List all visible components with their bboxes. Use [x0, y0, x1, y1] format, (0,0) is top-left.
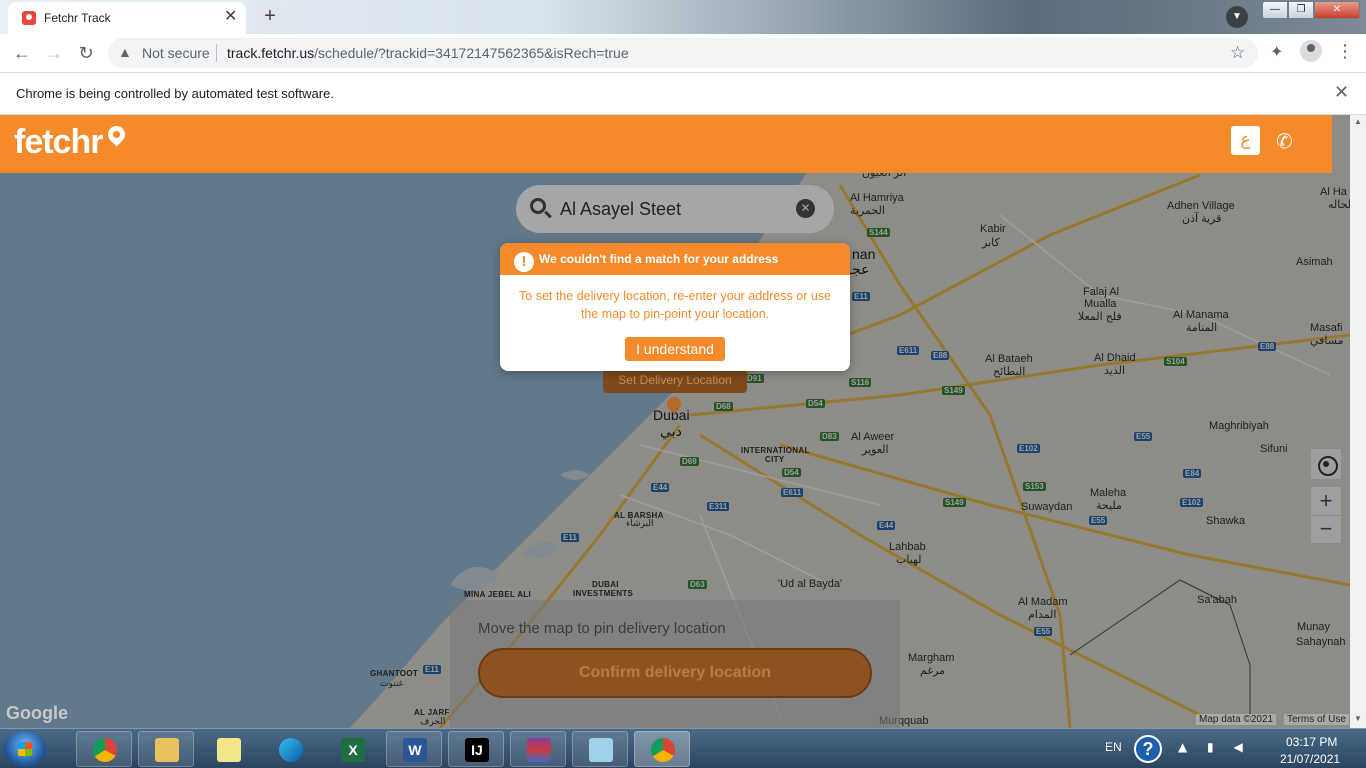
dialog-message: To set the delivery location, re-enter y… — [519, 289, 831, 321]
browser-titlebar: Fetchr Track ✕ + ▼ — ❐ ✕ — [0, 0, 1366, 34]
site-header: fetchr ع ✆ — [0, 115, 1332, 173]
language-indicator[interactable]: EN — [1105, 740, 1122, 754]
dialog-header: ! We couldn't find a match for your addr… — [500, 243, 850, 275]
url-text[interactable]: track.fetchr.us/schedule/?trackid=341721… — [227, 45, 629, 61]
window-minimize-button[interactable]: — — [1262, 1, 1288, 19]
browser-tab[interactable]: Fetchr Track ✕ — [8, 2, 246, 34]
start-button[interactable] — [4, 731, 46, 767]
chrome-active-taskbar-icon[interactable] — [634, 731, 690, 767]
bottom-panel: Move the map to pin delivery location Co… — [450, 600, 900, 728]
dialog-title: We couldn't find a match for your addres… — [539, 252, 779, 266]
intellij-taskbar-icon[interactable]: IJ — [448, 731, 504, 767]
i-understand-button[interactable]: I understand — [625, 337, 725, 361]
edge-taskbar-icon[interactable] — [262, 731, 318, 767]
browser-menu-icon[interactable]: ⋮ — [1336, 40, 1354, 62]
back-icon[interactable]: ← — [10, 42, 34, 64]
pin-hint-text: Move the map to pin delivery location — [478, 620, 726, 637]
google-logo[interactable]: Google — [6, 703, 68, 724]
reload-icon[interactable]: ↻ — [74, 42, 98, 64]
automation-infobar: Chrome is being controlled by automated … — [0, 72, 1366, 115]
fetchr-logo[interactable]: fetchr — [14, 123, 103, 162]
search-icon — [530, 198, 546, 214]
warning-icon[interactable]: ▲ — [118, 44, 132, 60]
logo-pin-icon — [104, 122, 129, 147]
profile-menu-icon[interactable]: ▼ — [1226, 6, 1248, 28]
tab-title: Fetchr Track — [44, 11, 111, 25]
automation-notice: Chrome is being controlled by automated … — [16, 86, 334, 101]
extensions-icon[interactable]: ✦ — [1270, 42, 1283, 62]
terms-link[interactable]: Terms of Use — [1284, 714, 1349, 725]
scroll-up-icon[interactable]: ▲ — [1350, 115, 1366, 129]
security-label[interactable]: Not secure — [142, 45, 210, 61]
tab-close-icon[interactable]: ✕ — [224, 8, 237, 26]
language-toggle-button[interactable]: ع — [1231, 126, 1260, 155]
profile-avatar-icon[interactable] — [1300, 40, 1322, 62]
notepad-taskbar-icon[interactable] — [572, 731, 628, 767]
excel-taskbar-icon[interactable]: X — [324, 731, 380, 767]
clock-time[interactable]: 03:17 PM — [1286, 735, 1337, 749]
bookmark-star-icon[interactable]: ☆ — [1230, 43, 1245, 63]
fetchr-favicon-icon — [22, 11, 36, 25]
url-separator — [216, 44, 217, 62]
sticky-notes-taskbar-icon[interactable] — [200, 731, 256, 767]
phone-icon[interactable]: ✆ — [1276, 129, 1293, 153]
file-explorer-taskbar-icon[interactable] — [138, 731, 194, 767]
zoom-control: + − — [1311, 487, 1341, 543]
address-bar[interactable]: ▲ Not secure track.fetchr.us/schedule/?t… — [108, 38, 1258, 68]
address-search-input[interactable]: Al Asayel Steet — [560, 199, 681, 220]
word-taskbar-icon[interactable]: W — [386, 731, 442, 767]
page-scrollbar[interactable] — [1350, 115, 1366, 728]
address-search[interactable]: Al Asayel Steet ✕ — [516, 185, 834, 233]
infobar-close-icon[interactable]: ✕ — [1334, 82, 1349, 103]
fetchr-page: الر العيون Al Hamriya الحمرية Kabir كابر… — [0, 115, 1366, 728]
map-attribution: Map data ©2021 — [1196, 714, 1277, 725]
windows-taskbar: X W IJ EN ? ▲ ▮ ◀ 03:17 PM 21/07/2021 — [0, 728, 1366, 768]
address-not-found-dialog: ! We couldn't find a match for your addr… — [500, 243, 850, 371]
confirm-delivery-location-button[interactable]: Confirm delivery location — [478, 648, 872, 698]
new-tab-button[interactable]: + — [256, 4, 284, 30]
zoom-out-button[interactable]: − — [1311, 515, 1341, 543]
scroll-down-icon[interactable]: ▼ — [1350, 712, 1366, 726]
clear-search-icon[interactable]: ✕ — [796, 199, 815, 218]
my-location-icon[interactable] — [1311, 449, 1341, 479]
browser-toolbar: ← → ↻ ▲ Not secure track.fetchr.us/sched… — [0, 34, 1366, 72]
chrome-taskbar-icon[interactable] — [76, 731, 132, 767]
window-maximize-button[interactable]: ❐ — [1288, 1, 1314, 19]
forward-icon[interactable]: → — [42, 42, 66, 64]
zoom-in-button[interactable]: + — [1311, 487, 1341, 515]
window-close-button[interactable]: ✕ — [1314, 1, 1360, 19]
help-icon[interactable]: ? — [1134, 735, 1162, 763]
alert-icon: ! — [514, 252, 534, 272]
system-tray-icons[interactable]: ▲ ▮ ◀ — [1178, 740, 1251, 754]
clock-date[interactable]: 21/07/2021 — [1280, 752, 1340, 766]
winrar-taskbar-icon[interactable] — [510, 731, 566, 767]
